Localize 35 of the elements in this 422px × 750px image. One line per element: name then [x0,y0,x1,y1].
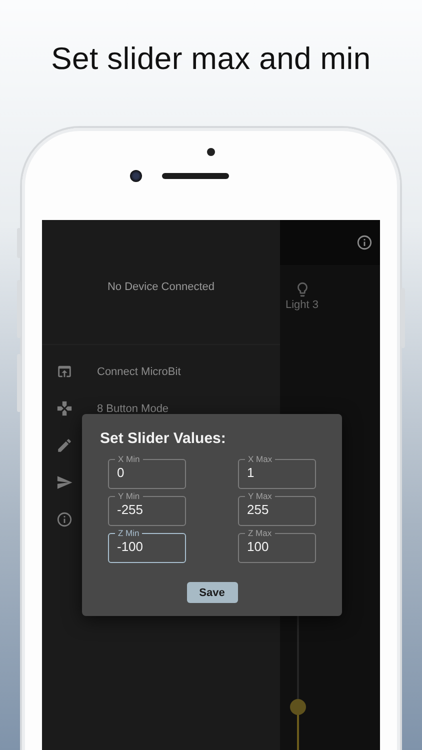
info-icon [56,511,73,528]
field-value: 100 [247,538,270,554]
field-label: Y Min [117,492,141,501]
number-field[interactable]: Z Min -100 [108,529,186,563]
field-label: X Min [117,455,141,464]
send-icon [56,474,73,491]
connection-status: No Device Connected [107,281,214,295]
camera-lens [130,170,142,182]
save-button[interactable]: Save [186,582,238,603]
drawer-item[interactable]: 8 Button Mode [97,402,169,414]
field-label: Y Max [247,492,273,501]
upload-box-icon [56,363,73,380]
sensor-dot [207,148,215,156]
number-field[interactable]: Y Max 255 [238,492,316,526]
number-field[interactable]: X Max 1 [238,455,316,489]
headline: Set slider max and min [50,40,372,78]
speaker-slot [162,173,228,179]
dialog-title: Set Slider Values: [100,430,227,447]
field-value: 255 [247,501,270,517]
drawer-item[interactable]: Connect MicroBit [97,366,181,378]
number-field[interactable]: Y Min -255 [108,492,186,526]
field-value: -100 [117,538,144,554]
gamepad-icon [56,400,73,417]
field-value: 1 [247,464,256,480]
field-value: -255 [117,501,144,517]
field-label: Z Max [247,529,273,538]
field-value: 0 [117,464,126,480]
slider-thumb[interactable] [290,698,306,715]
info-icon [356,234,373,251]
light-label[interactable]: Light 3 [285,299,319,311]
field-label: X Max [247,455,274,464]
field-label: Z Min [117,529,140,538]
number-field[interactable]: X Min 0 [108,455,186,489]
number-field[interactable]: Z Max 100 [238,529,316,563]
pencil-icon [56,437,73,454]
